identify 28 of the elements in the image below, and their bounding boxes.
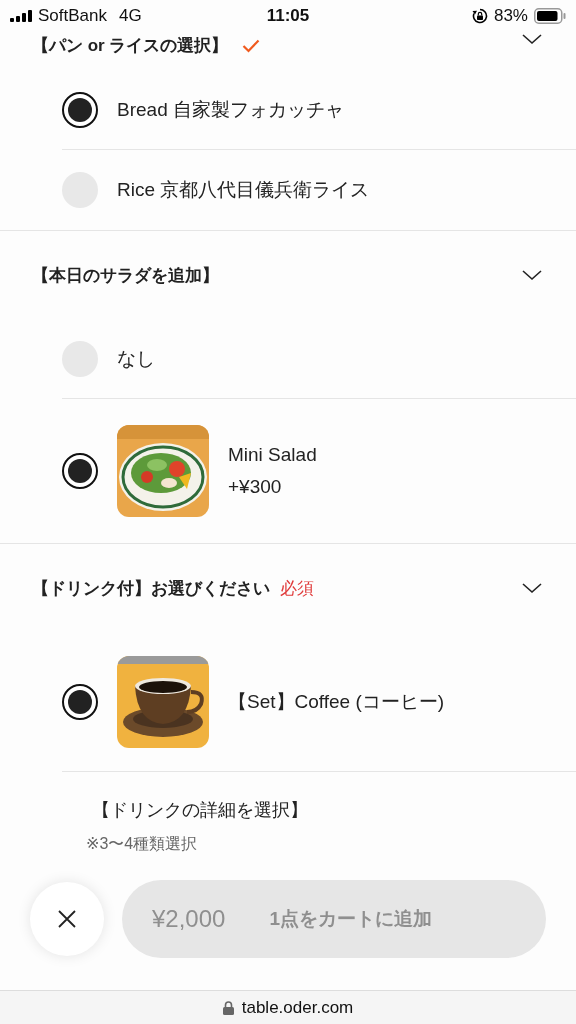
required-label: 必須: [280, 577, 314, 600]
lock-icon: [222, 1000, 234, 1015]
radio-button[interactable]: [62, 683, 98, 720]
section-title: 【パン or ライスの選択】: [32, 35, 229, 57]
battery-icon: [534, 8, 566, 24]
radio-button[interactable]: [62, 453, 98, 489]
signal-icon: [10, 10, 32, 22]
subsection-title: 【ドリンクの詳細を選択】: [92, 799, 309, 822]
chevron-icon[interactable]: [522, 269, 542, 281]
carrier-name: SoftBank: [38, 6, 107, 26]
chevron-icon[interactable]: [522, 582, 542, 594]
close-icon: [58, 910, 76, 928]
radio-button[interactable]: [62, 91, 98, 128]
selection-note: ※3〜4種類選択: [86, 834, 199, 854]
option-label: なし: [117, 346, 155, 371]
option-label: Rice 京都八代目儀兵衛ライス: [117, 178, 370, 202]
network-type: 4G: [119, 6, 142, 26]
option-label: 【Set】Coffee (コーヒー): [228, 689, 445, 714]
section-title: 【ドリンク付】お選びください: [32, 577, 270, 600]
section-title: 【本日のサラダを追加】: [32, 264, 219, 287]
url-text[interactable]: table.oder.com: [241, 997, 354, 1018]
rotation-lock-icon: [471, 8, 488, 24]
option-price: +¥300: [228, 476, 283, 498]
chevron-icon[interactable]: [522, 34, 542, 45]
clock-time: 11:05: [266, 6, 310, 26]
battery-percentage: 83%: [493, 6, 528, 26]
option-label: Bread 自家製フォカッチャ: [117, 97, 344, 122]
option-label: Mini Salad: [228, 444, 317, 466]
